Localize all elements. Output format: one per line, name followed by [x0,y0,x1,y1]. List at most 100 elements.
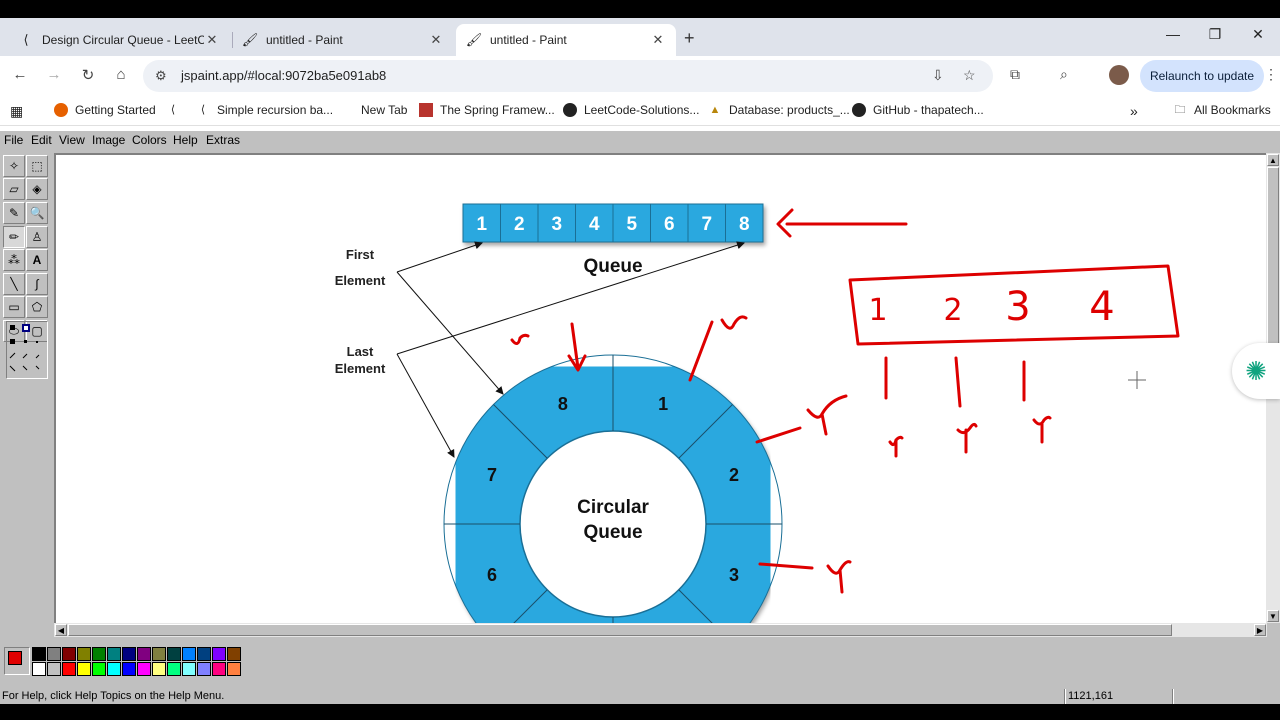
color-swatch[interactable] [182,662,196,676]
tool-options[interactable] [6,321,48,379]
extensions-icon[interactable]: ⧉ [1010,66,1020,83]
address-bar[interactable]: ⚙ jspaint.app/#local:9072ba5e091ab8 ⇩ ☆ [143,60,993,92]
vertical-scroll-thumb[interactable] [1267,167,1279,357]
curve-icon[interactable]: ∫ [26,273,48,295]
text-icon[interactable]: A [26,249,48,271]
color-swatch[interactable] [107,662,121,676]
close-icon[interactable]: ✕ [204,32,220,48]
drawing-canvas[interactable]: 1 2 3 4 5 6 7 8 Queue First Element Last Elemen… [56,155,1267,623]
color-swatch[interactable] [137,647,151,661]
color-swatch[interactable] [62,662,76,676]
horizontal-scrollbar[interactable]: ◀ ▶ [54,623,1267,637]
bookmark-new-tab[interactable]: New Tab [361,103,407,117]
bookmark-github-thapatech[interactable]: GitHub - thapatech... [852,103,984,117]
scroll-left-icon[interactable]: ◀ [55,624,67,636]
new-tab-button[interactable]: + [684,28,695,49]
menu-image[interactable]: Image [92,133,125,147]
color-picker-icon[interactable]: ✎ [3,202,25,224]
tab-paint-1[interactable]: 🖌 untitled - Paint ✕ [232,24,454,56]
all-bookmarks-button[interactable]: 🗀 All Bookmarks [1173,103,1271,117]
color-swatch[interactable] [122,647,136,661]
bookmark-spring[interactable]: The Spring Framew... [419,103,555,117]
scroll-down-icon[interactable]: ▼ [1267,610,1279,622]
color-swatch[interactable] [137,662,151,676]
color-swatch[interactable] [47,647,61,661]
color-swatch[interactable] [212,647,226,661]
color-swatch[interactable] [107,647,121,661]
brush-icon[interactable]: ♙ [26,226,48,248]
menu-edit[interactable]: Edit [31,133,52,147]
color-swatch[interactable] [167,647,181,661]
color-swatch[interactable] [122,662,136,676]
bookmark-leetcode-solutions[interactable]: LeetCode-Solutions... [563,103,699,117]
color-swatch[interactable] [152,647,166,661]
forward-icon[interactable]: → [44,66,64,83]
more-menu-icon[interactable]: ⋮ [1264,66,1278,83]
center-label-line1: Circular [577,497,649,518]
menu-file[interactable]: File [4,133,23,147]
color-swatch[interactable] [77,647,91,661]
color-swatch[interactable] [92,647,106,661]
color-swatch[interactable] [227,647,241,661]
bookmark-leetcode[interactable]: ⟨ [166,103,187,117]
menu-view[interactable]: View [59,133,85,147]
bookmarks-overflow-icon[interactable]: » [1130,103,1138,119]
red-r-2 [720,315,748,330]
bookmark-database[interactable]: ▲ Database: products_... [708,103,850,117]
reading-list-icon[interactable]: ⌕ [1060,66,1068,83]
free-select-icon[interactable]: ✧ [3,155,25,177]
current-colors[interactable] [4,647,30,675]
color-swatch[interactable] [167,662,181,676]
eraser-icon[interactable]: ▱ [3,178,25,200]
avatar[interactable] [1109,65,1129,85]
bookmark-star-icon[interactable]: ☆ [963,67,976,84]
tab-leetcode[interactable]: ⟨ Design Circular Queue - LeetCo ✕ [8,24,230,56]
horizontal-scroll-thumb[interactable] [68,624,1172,636]
color-swatch[interactable] [32,647,46,661]
menu-help[interactable]: Help [173,133,198,147]
color-swatch[interactable] [62,647,76,661]
apps-icon[interactable]: ▦ [10,103,23,120]
scroll-right-icon[interactable]: ▶ [1254,624,1266,636]
ring-segment-7: 7 [487,465,497,485]
menu-colors[interactable]: Colors [132,133,167,147]
color-swatch[interactable] [152,662,166,676]
bookmark-getting-started[interactable]: Getting Started [54,103,156,117]
rect-select-icon[interactable]: ⬚ [26,155,48,177]
site-info-icon[interactable]: ⚙ [155,68,167,84]
magnifier-icon[interactable]: 🔍 [26,202,48,224]
color-swatch[interactable] [77,662,91,676]
bookmark-simple-recursion[interactable]: ⟨ Simple recursion ba... [196,103,333,117]
restore-icon[interactable]: ❐ [1200,26,1230,43]
color-swatch[interactable] [227,662,241,676]
fill-icon[interactable]: ◈ [26,178,48,200]
scroll-up-icon[interactable]: ▲ [1267,154,1279,166]
color-swatch[interactable] [47,662,61,676]
chatgpt-sidebar-icon[interactable]: ✺ [1232,343,1280,399]
reload-icon[interactable]: ↻ [78,66,98,84]
color-swatch[interactable] [197,662,211,676]
airbrush-icon[interactable]: ⁂ [3,249,25,271]
polygon-icon[interactable]: ⬠ [26,296,48,318]
close-window-icon[interactable]: ✕ [1243,26,1273,43]
leetcode-icon: ⟨ [170,104,176,116]
close-icon[interactable]: ✕ [428,32,444,48]
red-r-1 [510,333,530,345]
home-icon[interactable]: ⌂ [111,66,131,83]
minimize-icon[interactable]: — [1158,26,1188,42]
close-icon[interactable]: ✕ [650,32,666,48]
relaunch-button[interactable]: Relaunch to update [1140,60,1264,92]
menu-extras[interactable]: Extras [206,133,240,147]
ring-segment-3: 3 [729,565,739,585]
color-swatch[interactable] [92,662,106,676]
color-swatch[interactable] [212,662,226,676]
color-swatch[interactable] [197,647,211,661]
rectangle-icon[interactable]: ▭ [3,296,25,318]
install-app-icon[interactable]: ⇩ [932,67,944,84]
color-swatch[interactable] [32,662,46,676]
pencil-icon[interactable]: ✏ [3,226,25,248]
back-icon[interactable]: ← [10,66,30,83]
color-swatch[interactable] [182,647,196,661]
line-icon[interactable]: ╲ [3,273,25,295]
tab-paint-active[interactable]: 🖌 untitled - Paint ✕ [456,24,676,56]
